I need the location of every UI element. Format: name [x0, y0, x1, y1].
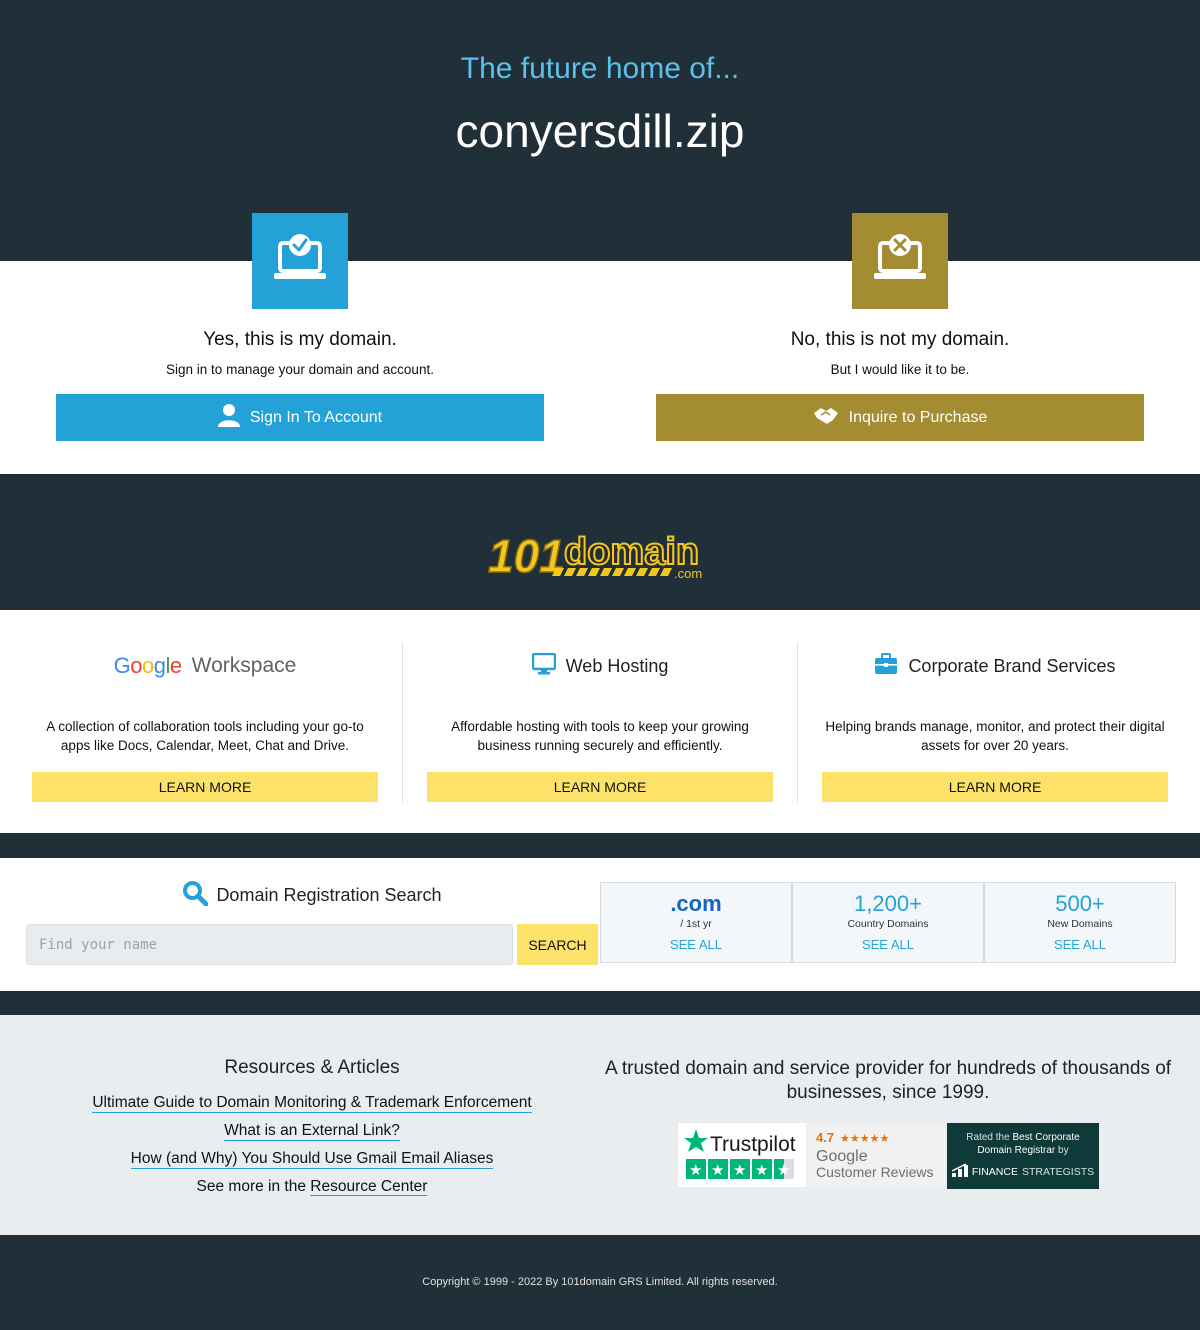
svg-text:Trustpilot: Trustpilot: [710, 1133, 796, 1156]
svg-text:★: ★: [711, 1161, 724, 1179]
laptop-check-icon: [252, 213, 348, 309]
no-heading: No, this is not my domain.: [790, 329, 1010, 350]
service-card-google-workspace: Google Workspace A collection of collabo…: [24, 642, 386, 802]
sign-in-button-label: Sign In To Account: [249, 408, 383, 426]
domain-name-title: conyersdill.zip: [455, 105, 745, 157]
yes-my-domain-card: Yes, this is my domain. Sign in to manag…: [56, 213, 544, 474]
finance-strategists-badge[interactable]: Rated the Best Corporate Domain Registra…: [947, 1123, 1099, 1189]
google-reviews-badge[interactable]: 4.7 ★★★★★ Google Customer Reviews: [806, 1123, 946, 1187]
101domain-logo[interactable]: 101 domain .com: [486, 528, 716, 583]
ownership-choice-section: Yes, this is my domain. Sign in to manag…: [0, 213, 1200, 474]
svg-text:★: ★: [689, 1161, 702, 1179]
learn-more-button[interactable]: LEARN MORE: [32, 772, 378, 802]
resources-section: Resources & Articles Ultimate Guide to D…: [0, 1015, 1200, 1235]
monitor-icon: [531, 652, 556, 680]
brand-band: 101 domain .com: [0, 474, 1200, 610]
stat-caption: New Domains: [1047, 918, 1113, 930]
resource-center-line: See more in the Resource Center: [26, 1177, 598, 1196]
service-card-corporate-brand: Corporate Brand Services Helping brands …: [814, 642, 1176, 802]
com-tld-logo: .com: [670, 891, 722, 916]
hero-subtitle: The future home of...: [460, 52, 740, 85]
stat-value: 1,200+: [854, 891, 922, 916]
svg-text:Customer Reviews: Customer Reviews: [816, 1164, 933, 1180]
inquire-button-label: Inquire to Purchase: [848, 408, 988, 426]
no-text: But I would like it to be.: [830, 362, 970, 377]
service-description: Affordable hosting with tools to keep yo…: [451, 719, 749, 753]
domain-search-section: Domain Registration Search SEARCH .com /…: [0, 858, 1200, 991]
laptop-x-icon: [852, 213, 948, 309]
trustpilot-badge[interactable]: Trustpilot ★ ★ ★ ★ ★: [678, 1123, 806, 1187]
stat-caption: Country Domains: [847, 918, 929, 930]
search-title: Domain Registration Search: [216, 884, 442, 905]
service-title: Corporate Brand Services: [908, 655, 1116, 676]
svg-text:.com: .com: [674, 566, 702, 581]
see-all-link[interactable]: SEE ALL: [793, 937, 983, 952]
stat-value: 500+: [1055, 891, 1105, 916]
service-description: A collection of collaboration tools incl…: [46, 719, 364, 753]
google-workspace-logo[interactable]: Google Workspace: [24, 652, 386, 680]
copyright-text: Copyright © 1999 - 2022 By 101domain GRS…: [422, 1276, 778, 1288]
user-icon: [217, 403, 240, 432]
briefcase-icon: [874, 652, 898, 680]
stat-card-com: .com / 1st yr SEE ALL: [600, 882, 792, 963]
not-my-domain-card: No, this is not my domain. But I would l…: [656, 213, 1144, 474]
see-more-prefix: See more in the: [196, 1178, 306, 1195]
hero-section: The future home of... conyersdill.zip: [0, 0, 1200, 261]
handshake-icon: [813, 405, 839, 430]
learn-more-button[interactable]: LEARN MORE: [822, 772, 1168, 802]
svg-text:★: ★: [777, 1161, 790, 1179]
stat-card-new-domains: 500+ New Domains SEE ALL: [984, 882, 1176, 963]
divider: [402, 642, 403, 802]
services-section: Google Workspace A collection of collabo…: [0, 610, 1200, 833]
yes-heading: Yes, this is my domain.: [203, 329, 397, 350]
svg-text:4.7: 4.7: [816, 1130, 834, 1145]
workspace-label: Workspace: [191, 654, 297, 677]
resource-link[interactable]: Ultimate Guide to Domain Monitoring & Tr…: [92, 1093, 532, 1113]
resource-link[interactable]: What is an External Link?: [224, 1121, 400, 1141]
svg-text:★: ★: [755, 1161, 768, 1179]
resource-center-link[interactable]: Resource Center: [310, 1178, 428, 1196]
domain-search-input[interactable]: [26, 924, 513, 965]
search-button[interactable]: SEARCH: [517, 924, 598, 965]
inquire-to-purchase-button[interactable]: Inquire to Purchase: [656, 394, 1144, 441]
resources-column: Resources & Articles Ultimate Guide to D…: [26, 1057, 598, 1196]
service-title: Web Hosting: [565, 655, 669, 676]
service-description: Helping brands manage, monitor, and prot…: [825, 719, 1165, 753]
footer: Copyright © 1999 - 2022 By 101domain GRS…: [0, 1235, 1200, 1330]
resources-heading: Resources & Articles: [224, 1057, 400, 1078]
resource-link[interactable]: How (and Why) You Should Use Gmail Email…: [130, 1149, 494, 1169]
see-all-link[interactable]: SEE ALL: [985, 937, 1175, 952]
learn-more-button[interactable]: LEARN MORE: [427, 772, 773, 802]
sign-in-to-account-button[interactable]: Sign In To Account: [56, 394, 544, 441]
stat-caption: / 1st yr: [680, 918, 712, 930]
finance-strategists-logo-icon: [951, 1163, 968, 1180]
trust-heading: A trusted domain and service provider fo…: [604, 1058, 1172, 1103]
svg-text:★★★★★: ★★★★★: [840, 1132, 889, 1145]
divider: [797, 642, 798, 802]
see-all-link[interactable]: SEE ALL: [601, 937, 791, 952]
svg-text:★: ★: [733, 1161, 746, 1179]
service-card-web-hosting: Web Hosting Affordable hosting with tool…: [419, 642, 781, 802]
stat-card-country-domains: 1,200+ Country Domains SEE ALL: [792, 882, 984, 963]
svg-text:Google: Google: [816, 1148, 868, 1165]
yes-text: Sign in to manage your domain and accoun…: [166, 362, 434, 377]
search-icon: [182, 880, 209, 911]
